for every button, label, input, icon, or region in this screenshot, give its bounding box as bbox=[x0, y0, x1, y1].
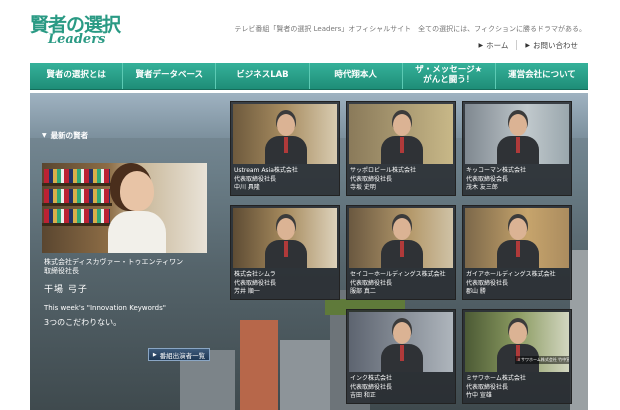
shelf bbox=[42, 183, 112, 186]
tie bbox=[400, 137, 404, 153]
shelf bbox=[42, 223, 112, 226]
leader-photo bbox=[233, 208, 337, 268]
face bbox=[509, 218, 527, 240]
leader-name: 茂木 友三郎 bbox=[466, 184, 498, 192]
featured-name: 干場 弓子 bbox=[44, 285, 88, 295]
bookshelf bbox=[44, 189, 110, 203]
tie bbox=[516, 241, 520, 257]
leader-photo bbox=[233, 104, 337, 164]
tie bbox=[516, 137, 520, 153]
leader-name: 寺坂 史明 bbox=[350, 184, 376, 192]
face bbox=[277, 218, 295, 240]
building bbox=[240, 320, 278, 410]
featured-title: 取締役社長 bbox=[44, 267, 79, 276]
person-body bbox=[108, 211, 166, 253]
face bbox=[393, 218, 411, 240]
leader-info: キッコーマン株式会社 代表取締役会長 茂木 友三郎 bbox=[466, 167, 526, 193]
leader-card[interactable]: 株式会社シムラ 代表取締役社長 芳井 順一 bbox=[230, 205, 340, 300]
leader-name: 服部 真二 bbox=[350, 288, 376, 296]
leader-photo bbox=[349, 312, 453, 372]
leader-info: セイコーホールディングス株式会社 代表取締役社長 服部 真二 bbox=[350, 271, 446, 297]
featured-photo[interactable] bbox=[42, 163, 207, 253]
bookshelf bbox=[44, 169, 110, 183]
leader-card[interactable]: ガイアホールディングス株式会社 代表取締役社長 郡山 勝 bbox=[462, 205, 572, 300]
keywords-text: 3つのこだわりない。 bbox=[44, 318, 122, 327]
performer-list-button[interactable]: ▶ 番組出演者一覧 bbox=[148, 348, 210, 361]
leader-company: 株式会社シムラ bbox=[234, 271, 276, 278]
person-head bbox=[120, 171, 154, 211]
leader-card[interactable]: ミサワホーム株式会社 竹中宣雄 ミサワホーム株式会社 代表取締役社長 竹中 宣雄 bbox=[462, 309, 572, 404]
nav-item-about[interactable]: 賢者の選択とは bbox=[30, 63, 122, 89]
leader-name: 竹中 宣雄 bbox=[466, 392, 492, 400]
header-links: ▶ ホーム ▶ お問い合わせ bbox=[470, 40, 586, 50]
tie bbox=[284, 137, 288, 153]
leader-card[interactable]: サッポロビール株式会社 代表取締役社長 寺坂 史明 bbox=[346, 101, 456, 196]
leader-company: Ustream Asia株式会社 bbox=[234, 167, 298, 174]
tie bbox=[400, 241, 404, 257]
leader-company: キッコーマン株式会社 bbox=[466, 167, 527, 174]
leader-info: インク株式会社 代表取締役社長 吉田 和正 bbox=[350, 375, 392, 401]
arrow-right-icon: ▶ bbox=[152, 351, 157, 358]
nav-item-business-lab[interactable]: ビジネスLAB bbox=[215, 63, 308, 89]
leader-card[interactable]: キッコーマン株式会社 代表取締役会長 茂木 友三郎 bbox=[462, 101, 572, 196]
leader-photo bbox=[349, 208, 453, 268]
leader-info: ミサワホーム株式会社 代表取締役社長 竹中 宣雄 bbox=[466, 375, 526, 401]
contact-link[interactable]: ▶ お問い合わせ bbox=[516, 40, 586, 50]
leader-company: セイコーホールディングス株式会社 bbox=[350, 271, 446, 278]
leader-name: 芳井 順一 bbox=[234, 288, 260, 296]
shelf bbox=[42, 203, 112, 206]
site-tagline: テレビ番組「賢者の選択 Leaders」オフィシャルサイト 全ての選択には、フィ… bbox=[234, 25, 586, 33]
leader-company: サッポロビール株式会社 bbox=[350, 167, 417, 174]
logo-subtext: Leaders bbox=[48, 32, 106, 47]
leader-name: 郡山 勝 bbox=[466, 288, 486, 296]
chevron-down-icon: ▼ bbox=[42, 131, 47, 139]
leader-photo bbox=[349, 104, 453, 164]
arrow-right-icon: ▶ bbox=[525, 41, 530, 49]
keywords-heading: This week's "Innovation Keywords" bbox=[44, 304, 166, 312]
face bbox=[509, 114, 527, 136]
building bbox=[570, 250, 588, 410]
leader-info: 株式会社シムラ 代表取締役社長 芳井 順一 bbox=[234, 271, 276, 297]
bookshelf bbox=[44, 209, 110, 223]
leader-card[interactable]: Ustream Asia株式会社 代表取締役社長 中川 具隆 bbox=[230, 101, 340, 196]
leader-name: 中川 具隆 bbox=[234, 184, 260, 192]
nav-item-database[interactable]: 賢者データベース bbox=[122, 63, 215, 89]
leader-name: 吉田 和正 bbox=[350, 392, 376, 400]
building bbox=[280, 340, 332, 410]
face bbox=[393, 322, 411, 344]
leader-company: ミサワホーム株式会社 bbox=[466, 375, 526, 382]
nav-item-jidai[interactable]: 時代翔本人 bbox=[308, 63, 402, 89]
face bbox=[393, 114, 411, 136]
leader-card[interactable]: インク株式会社 代表取締役社長 吉田 和正 bbox=[346, 309, 456, 404]
leader-info: ガイアホールディングス株式会社 代表取締役社長 郡山 勝 bbox=[466, 271, 556, 297]
leader-company: インク株式会社 bbox=[350, 375, 393, 382]
tie bbox=[400, 345, 404, 361]
tie bbox=[284, 241, 288, 257]
latest-label: ▼ 最新の賢者 bbox=[42, 130, 89, 140]
leader-photo: ミサワホーム株式会社 竹中宣雄 bbox=[465, 312, 569, 372]
nav-item-company[interactable]: 運営会社について bbox=[494, 63, 588, 89]
leader-info: サッポロビール株式会社 代表取締役社長 寺坂 史明 bbox=[350, 167, 416, 193]
leader-card[interactable]: セイコーホールディングス株式会社 代表取締役社長 服部 真二 bbox=[346, 205, 456, 300]
featured-panel: ▼ 最新の賢者 株式会社ディスカヴァー・トゥエンティワン 取締役社長 干場 弓子… bbox=[42, 128, 207, 368]
leader-photo bbox=[465, 104, 569, 164]
featured-company: 株式会社ディスカヴァー・トゥエンティワン 取締役社長 bbox=[44, 258, 183, 277]
face bbox=[509, 322, 527, 344]
main-nav: 賢者の選択とは 賢者データベース ビジネスLAB 時代翔本人 ザ・メッセージ★ … bbox=[30, 63, 588, 90]
hero-stage: ▼ 最新の賢者 株式会社ディスカヴァー・トゥエンティワン 取締役社長 干場 弓子… bbox=[30, 93, 588, 410]
face bbox=[277, 114, 295, 136]
leader-photo bbox=[465, 208, 569, 268]
home-link[interactable]: ▶ ホーム bbox=[470, 40, 516, 50]
leader-company: ガイアホールディングス株式会社 bbox=[466, 271, 556, 278]
site-logo[interactable]: 賢者の選択 Leaders bbox=[30, 10, 121, 54]
leader-info: Ustream Asia株式会社 代表取締役社長 中川 具隆 bbox=[234, 167, 298, 193]
photo-caption: ミサワホーム株式会社 竹中宣雄 bbox=[515, 356, 569, 364]
nav-item-message[interactable]: ザ・メッセージ★ がんと闘う！ bbox=[401, 63, 495, 89]
arrow-right-icon: ▶ bbox=[478, 41, 484, 49]
